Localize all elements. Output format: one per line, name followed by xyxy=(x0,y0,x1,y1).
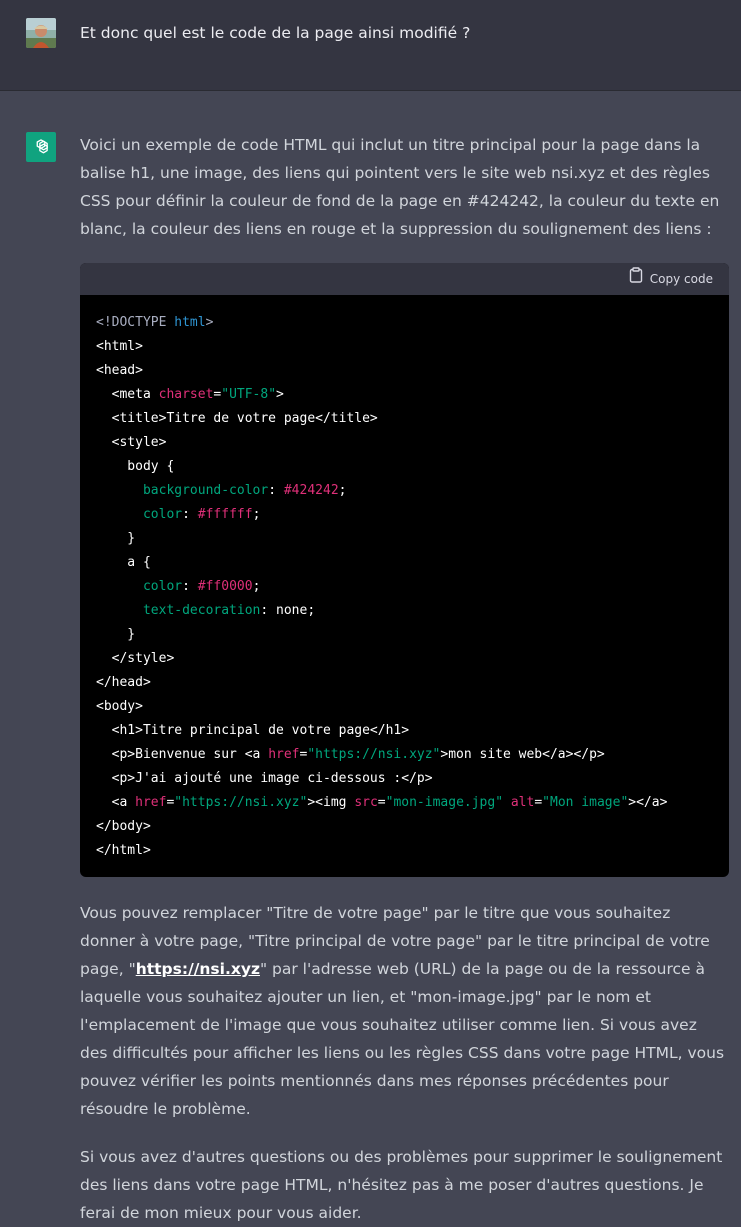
code-line: <style> xyxy=(96,431,713,455)
code-line: text-decoration: none; xyxy=(96,599,713,623)
nsi-link[interactable]: https://nsi.xyz xyxy=(136,960,260,978)
code-token: <body> xyxy=(96,699,143,714)
assistant-message-row: Voici un exemple de code HTML qui inclut… xyxy=(0,91,741,1222)
code-token: ; xyxy=(338,483,347,498)
code-line: <head> xyxy=(96,359,713,383)
code-token: html xyxy=(174,315,206,330)
code-line: <p>Bienvenue sur <a href="https://nsi.xy… xyxy=(96,743,713,767)
code-line: <a href="https://nsi.xyz"><img src="mon-… xyxy=(96,791,713,815)
code-token: text-decoration xyxy=(142,603,261,618)
code-token: <!DOCTYPE xyxy=(96,315,175,330)
code-token: <p>J'ai ajouté une image ci-dessous :</p… xyxy=(96,771,433,786)
code-token: <html> xyxy=(96,339,143,354)
code-token: #424242 xyxy=(283,483,339,498)
code-line: <!DOCTYPE html> xyxy=(96,311,713,335)
code-token: "https://nsi.xyz" xyxy=(174,795,308,810)
code-token: <title>Titre de votre page</title> xyxy=(96,411,378,426)
user-avatar xyxy=(26,18,56,48)
code-token: <a xyxy=(96,795,136,810)
code-token: alt xyxy=(510,795,535,810)
code-token: color xyxy=(142,579,183,594)
code-token: "mon-image.jpg" xyxy=(385,795,504,810)
code-token: "Mon image" xyxy=(542,795,629,810)
code-line: body { xyxy=(96,455,713,479)
user-message-text: Et donc quel est le code de la page ains… xyxy=(80,24,471,42)
code-line: <h1>Titre principal de votre page</h1> xyxy=(96,719,713,743)
code-token: : xyxy=(268,483,284,498)
user-message-row: Et donc quel est le code de la page ains… xyxy=(0,0,741,91)
code-line: background-color: #424242; xyxy=(96,479,713,503)
code-token: color xyxy=(142,507,183,522)
code-token: "UTF-8" xyxy=(221,387,277,402)
explanation-paragraph: Vous pouvez remplacer "Titre de votre pa… xyxy=(80,899,728,1123)
code-token: </body> xyxy=(96,819,151,834)
code-line: } xyxy=(96,527,713,551)
code-token: > xyxy=(276,387,284,402)
code-token: </style> xyxy=(96,651,175,666)
code-token: #ff0000 xyxy=(197,579,253,594)
code-token: href xyxy=(135,795,167,810)
code-token: #ffffff xyxy=(197,507,253,522)
code-token: href xyxy=(268,747,300,762)
code-token: a { xyxy=(96,555,151,570)
code-line: </style> xyxy=(96,647,713,671)
clipboard-icon xyxy=(629,265,643,293)
code-token: src xyxy=(354,795,378,810)
code-header: Copy code xyxy=(80,263,729,295)
code-token: body { xyxy=(96,459,175,474)
code-token: : xyxy=(182,507,198,522)
code-line: } xyxy=(96,623,713,647)
code-line: <p>J'ai ajouté une image ci-dessous :</p… xyxy=(96,767,713,791)
code-token: ; xyxy=(252,579,261,594)
code-token: : none; xyxy=(260,603,316,618)
copy-code-button[interactable]: Copy code xyxy=(629,265,713,293)
code-block: Copy code <!DOCTYPE html> <html> <head> <m… xyxy=(80,263,729,877)
code-token: ; xyxy=(252,507,261,522)
code-token: </head> xyxy=(96,675,151,690)
code-line: color: #ffffff; xyxy=(96,503,713,527)
assistant-message-content: Voici un exemple de code HTML qui inclut… xyxy=(80,131,729,1227)
code-line: <body> xyxy=(96,695,713,719)
code-token: >mon site web</a></p> xyxy=(440,747,605,762)
code-line: <html> xyxy=(96,335,713,359)
code-line: color: #ff0000; xyxy=(96,575,713,599)
code-token: <p>Bienvenue sur <a xyxy=(96,747,269,762)
code-token: </html> xyxy=(96,843,151,858)
closing-paragraph: Si vous avez d'autres questions ou des p… xyxy=(80,1148,723,1222)
explanation-text-after: " par l'adresse web (URL) de la page ou … xyxy=(80,960,725,1118)
code-line: <meta charset="UTF-8"> xyxy=(96,383,713,407)
code-token: : xyxy=(182,579,198,594)
code-token: <head> xyxy=(96,363,143,378)
code-token: <h1>Titre principal de votre page</h1> xyxy=(96,723,410,738)
code-content: <!DOCTYPE html> <html> <head> <meta charse… xyxy=(80,295,729,877)
code-line: a { xyxy=(96,551,713,575)
code-token: } xyxy=(96,627,136,642)
code-token: ><img xyxy=(307,795,355,810)
code-token: ></a> xyxy=(628,795,668,810)
code-token: = xyxy=(377,795,386,810)
code-line: <title>Titre de votre page</title> xyxy=(96,407,713,431)
copy-code-label: Copy code xyxy=(649,272,713,286)
openai-logo-icon xyxy=(26,132,56,162)
code-token: = xyxy=(534,795,543,810)
code-line: </body> xyxy=(96,815,713,839)
intro-paragraph: Voici un exemple de code HTML qui inclut… xyxy=(80,136,720,238)
code-token: "https://nsi.xyz" xyxy=(307,747,441,762)
code-token: > xyxy=(205,315,214,330)
code-token: background-color xyxy=(142,483,269,498)
code-line: </html> xyxy=(96,839,713,863)
code-token: <style> xyxy=(96,435,167,450)
code-token: } xyxy=(96,531,136,546)
code-line: </head> xyxy=(96,671,713,695)
code-token: <meta xyxy=(96,387,159,402)
code-token: charset xyxy=(158,387,214,402)
